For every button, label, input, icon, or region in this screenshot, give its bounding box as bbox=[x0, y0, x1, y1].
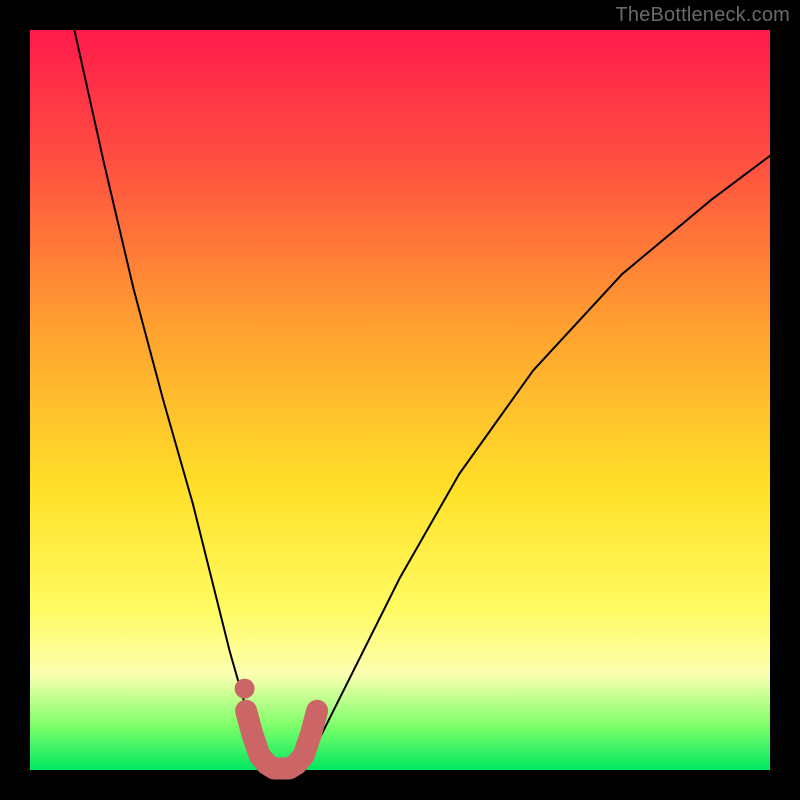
chart-frame bbox=[30, 30, 770, 770]
bottleneck-curve bbox=[74, 30, 770, 770]
highlight-dot bbox=[235, 679, 255, 699]
chart-svg bbox=[30, 30, 770, 770]
watermark-text: TheBottleneck.com bbox=[615, 4, 790, 27]
highlight-arc bbox=[246, 711, 317, 769]
